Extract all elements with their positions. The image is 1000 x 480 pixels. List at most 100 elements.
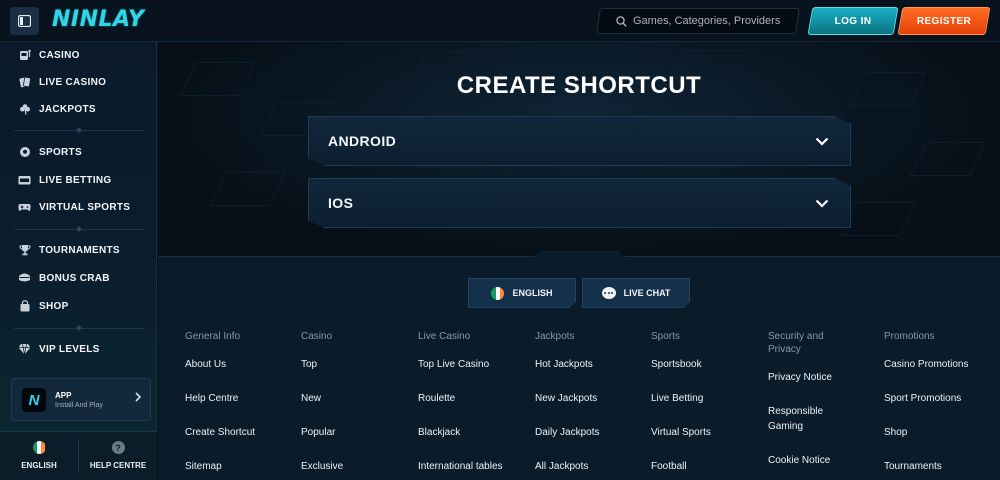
footer-link[interactable]: Virtual Sports [651, 425, 711, 440]
sidebar-item-label: CASINO [39, 49, 80, 61]
footer-link[interactable]: New Jackpots [535, 391, 597, 406]
sidebar-divider [14, 226, 144, 232]
accordion-ios-label: IOS [328, 195, 354, 211]
sidebar-item-casino[interactable]: CASINO [18, 47, 80, 63]
footer-column-heading: Jackpots [535, 331, 575, 342]
sidebar-item-label: LIVE BETTING [39, 174, 112, 186]
footer-column-general-info: General Info About Us Help Centre Create… [185, 330, 295, 472]
footer-link[interactable]: Sport Promotions [884, 391, 961, 406]
footer-column-heading: General Info [185, 331, 241, 342]
login-button[interactable]: LOG IN [810, 7, 896, 35]
sidebar-item-label: VIRTUAL SPORTS [39, 201, 131, 213]
footer-link[interactable]: Live Betting [651, 391, 703, 406]
sidebar-item-jackpots[interactable]: JACKPOTS [18, 101, 96, 117]
top-header: NINLAY Games, Categories, Providers LOG … [0, 0, 1000, 42]
sidebar-item-vip-levels[interactable]: VIP LEVELS [18, 341, 100, 357]
footer-link[interactable]: Sportsbook [651, 357, 702, 372]
footer-column-heading: Security and Privacy [768, 331, 824, 355]
sidebar: CASINO LIVE CASINO JACKPOTS SPORTS LIVE … [0, 42, 157, 480]
slot-machine-icon [18, 49, 31, 62]
sidebar-toggle-icon [18, 15, 31, 27]
footer-link[interactable]: Football [651, 459, 687, 474]
footer-column-heading: Live Casino [418, 331, 471, 342]
footer-link[interactable]: Shop [884, 425, 907, 440]
live-chat-button[interactable]: LIVE CHAT [582, 278, 690, 308]
app-logo-icon: N [22, 388, 46, 412]
footer-column-heading: Casino [301, 331, 333, 342]
help-centre-button[interactable]: ? HELP CENTRE [79, 441, 157, 470]
footer-link[interactable]: Hot Jackpots [535, 357, 593, 372]
footer-column-promotions: Promotions Casino Promotions Sport Promo… [884, 330, 994, 472]
app-root: NINLAY Games, Categories, Providers LOG … [0, 0, 1000, 480]
sidebar-item-tournaments[interactable]: TOURNAMENTS [18, 242, 120, 258]
footer-link[interactable]: Sitemap [185, 459, 222, 474]
clover-icon [18, 103, 31, 116]
live-chat-label: LIVE CHAT [623, 288, 671, 298]
install-app-card[interactable]: N APP Install And Play [11, 378, 151, 421]
footer-link[interactable]: New [301, 391, 321, 406]
footer-link[interactable]: Exclusive [301, 459, 343, 474]
sidebar-divider [14, 127, 144, 133]
sidebar-item-shop[interactable]: SHOP [18, 298, 69, 314]
language-button[interactable]: ENGLISH [0, 441, 78, 470]
footer-link[interactable]: All Jackpots [535, 459, 588, 474]
live-tv-icon [18, 174, 31, 187]
accordion-ios[interactable] [308, 178, 851, 228]
sidebar-item-virtual-sports[interactable]: VIRTUAL SPORTS [18, 199, 130, 215]
gamepad-icon [18, 201, 31, 214]
chevron-down-icon[interactable] [815, 178, 829, 228]
footer-language-button[interactable]: ENGLISH [468, 278, 576, 308]
diamond-icon [18, 343, 31, 356]
search-icon [616, 15, 627, 27]
search-input[interactable]: Games, Categories, Providers [633, 15, 780, 27]
footer-link[interactable]: Privacy Notice [768, 370, 832, 385]
footer-link[interactable]: Popular [301, 425, 335, 440]
sidebar-item-live-casino[interactable]: LIVE CASINO [18, 74, 106, 90]
chat-icon [601, 287, 616, 299]
sidebar-item-bonus-crab[interactable]: BONUS CRAB [18, 270, 110, 286]
sidebar-item-sports[interactable]: SPORTS [18, 144, 82, 160]
footer-link[interactable]: International tables [418, 459, 503, 474]
footer-link[interactable]: Create Shortcut [185, 425, 255, 440]
footer-link[interactable]: Help Centre [185, 391, 238, 406]
footer-column-heading: Promotions [884, 331, 935, 342]
sidebar-item-live-betting[interactable]: LIVE BETTING [18, 172, 112, 188]
brand-logo[interactable]: NINLAY [52, 7, 144, 32]
footer-column-casino: Casino Top New Popular Exclusive [301, 330, 411, 472]
ball-icon [18, 146, 31, 159]
footer-column-heading: Sports [651, 331, 680, 342]
main-content: CREATE SHORTCUT ANDROID IOS ENGLISH LIVE… [158, 42, 1000, 480]
footer-column-security-privacy: Security and Privacy Privacy Notice Resp… [768, 330, 848, 466]
register-button[interactable]: REGISTER [900, 7, 988, 35]
footer-link[interactable]: Casino Promotions [884, 357, 968, 372]
sidebar-toggle-button[interactable] [10, 7, 39, 35]
app-title: APP [55, 391, 72, 400]
ireland-flag-icon [32, 441, 46, 454]
footer-link[interactable]: Daily Jackpots [535, 425, 599, 440]
help-label: HELP CENTRE [89, 461, 147, 470]
accordion-android-label: ANDROID [328, 133, 397, 149]
sidebar-footer: ENGLISH ? HELP CENTRE [0, 431, 157, 480]
sidebar-item-label: JACKPOTS [39, 103, 96, 115]
language-label: ENGLISH [21, 461, 57, 470]
footer-link[interactable]: Roulette [418, 391, 455, 406]
footer-link[interactable]: Top Live Casino [418, 357, 489, 372]
footer-link[interactable]: Blackjack [418, 425, 460, 440]
footer-link[interactable]: Top [301, 357, 317, 372]
footer-column-jackpots: Jackpots Hot Jackpots New Jackpots Daily… [535, 330, 645, 472]
sidebar-item-label: BONUS CRAB [39, 272, 110, 284]
crab-icon [18, 272, 31, 285]
chevron-right-icon [134, 391, 142, 405]
help-icon: ? [111, 441, 125, 454]
chevron-down-icon[interactable] [815, 116, 829, 166]
cards-icon [18, 76, 31, 89]
footer-link[interactable]: About Us [185, 357, 226, 372]
footer-link[interactable]: Responsible Gaming [768, 404, 838, 434]
footer-link[interactable]: Cookie Notice [768, 453, 830, 468]
sidebar-item-label: TOURNAMENTS [39, 244, 120, 256]
sidebar-item-label: VIP LEVELS [39, 343, 100, 355]
sidebar-item-label: SPORTS [39, 146, 82, 158]
footer-link[interactable]: Tournaments [884, 459, 942, 474]
site-footer: ENGLISH LIVE CHAT General Info About Us … [158, 251, 1000, 480]
footer-column-live-casino: Live Casino Top Live Casino Roulette Bla… [418, 330, 528, 472]
